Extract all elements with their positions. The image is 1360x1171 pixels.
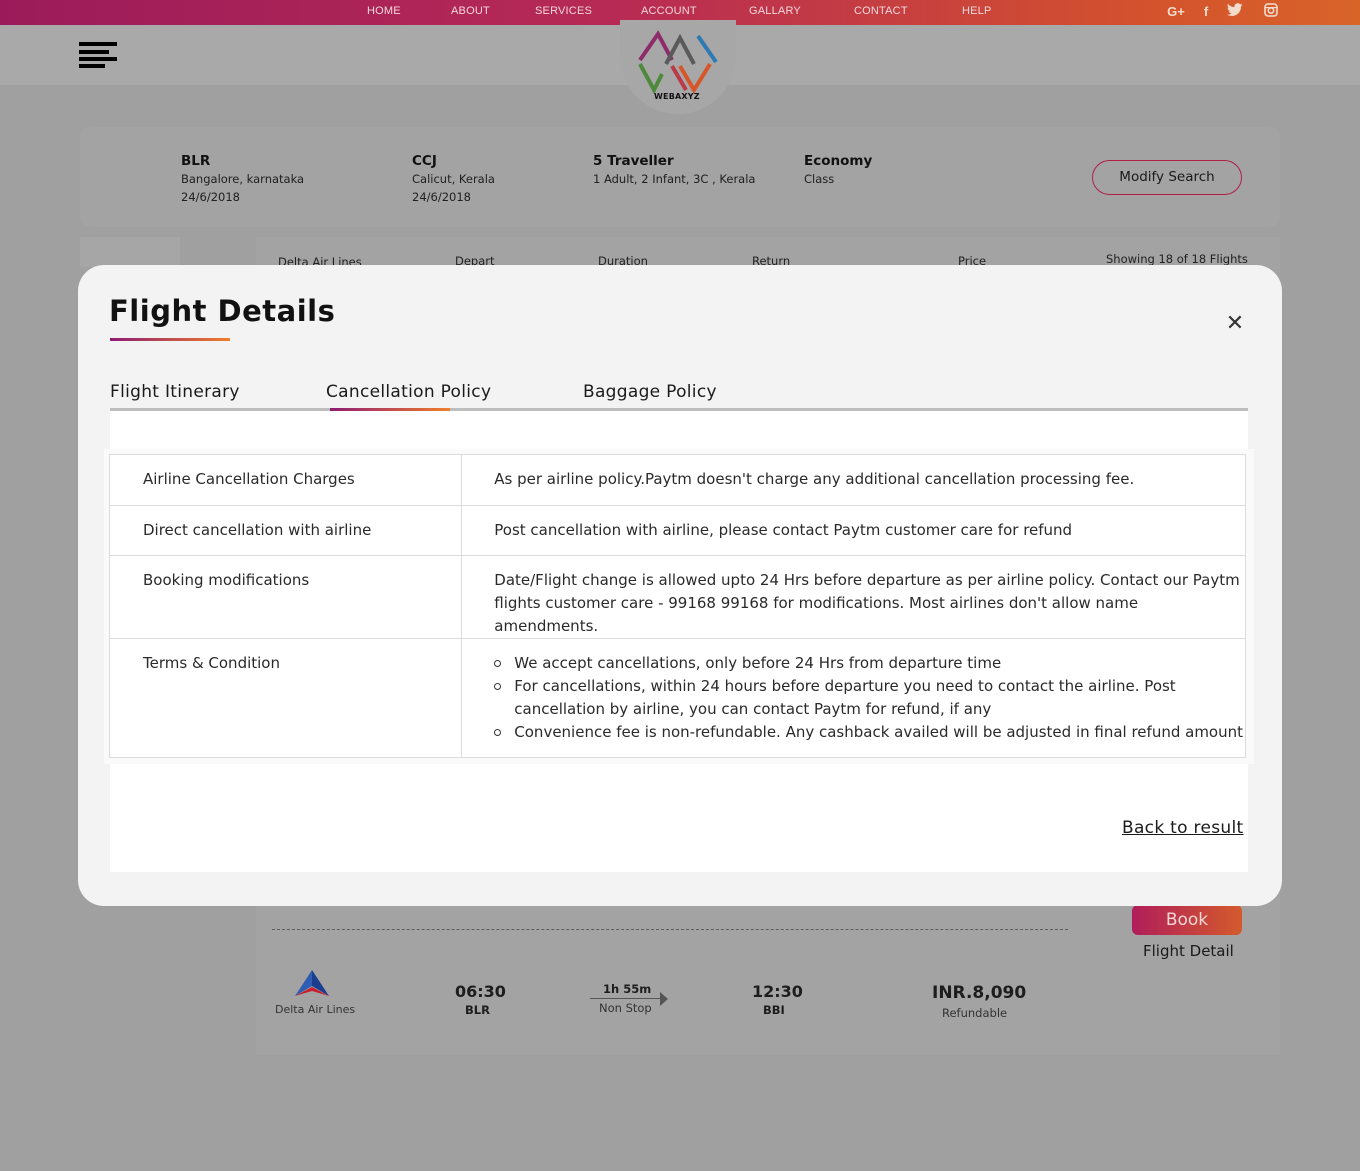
refund-status: Refundable (942, 1006, 1008, 1020)
flight-duration: 1h 55m (603, 982, 652, 996)
arrive-time: 12:30 (752, 982, 803, 1001)
table-row: Terms & Condition We accept cancellation… (108, 638, 1246, 758)
list-item: We accept cancellations, only before 24 … (488, 652, 1243, 675)
table-row: Airline Cancellation Charges As per airl… (108, 454, 1246, 506)
cabin-class: Economy (804, 153, 873, 169)
tab-flight-itinerary[interactable]: Flight Itinerary (110, 382, 240, 402)
table-row: Direct cancellation with airline Post ca… (108, 505, 1246, 556)
origin-date: 24/6/2018 (181, 190, 240, 204)
origin-city: Bangalore, karnataka (181, 172, 305, 186)
instagram-icon[interactable] (1262, 3, 1280, 21)
modify-search-button[interactable]: Modify Search (1092, 160, 1242, 195)
stops-label: Non Stop (599, 1001, 652, 1015)
tab-cancellation-policy[interactable]: Cancellation Policy (326, 382, 491, 402)
nav-link-help[interactable]: HELP (962, 5, 992, 17)
depart-code: BLR (465, 1003, 490, 1017)
row-divider (272, 929, 1068, 930)
nav-link-gallery[interactable]: GALLARY (749, 5, 801, 17)
results-count: Showing 18 of 18 Flights (1106, 252, 1248, 266)
policy-label: Booking modifications (108, 555, 463, 639)
nav-link-about[interactable]: ABOUT (451, 5, 490, 17)
traveller-count: 5 Traveller (593, 153, 674, 169)
back-to-result-link[interactable]: Back to result (1122, 818, 1243, 838)
policy-label: Terms & Condition (108, 638, 463, 758)
tab-baggage-policy[interactable]: Baggage Policy (583, 382, 717, 402)
policy-value: As per airline policy.Paytm doesn't char… (461, 454, 1246, 506)
facebook-icon[interactable]: f (1197, 3, 1215, 21)
close-icon[interactable]: ✕ (1223, 312, 1247, 336)
nav-link-account[interactable]: ACCOUNT (641, 5, 697, 17)
traveller-detail: 1 Adult, 2 Infant, 3C , Kerala (593, 172, 756, 186)
twitter-icon[interactable] (1226, 3, 1244, 21)
destination-city: Calicut, Kerala (412, 172, 495, 186)
nav-link-services[interactable]: SERVICES (535, 5, 592, 17)
table-row: Booking modifications Date/Flight change… (108, 555, 1246, 639)
filter-sidebar (80, 237, 180, 267)
airline-name: Delta Air Lines (275, 1003, 356, 1016)
destination-date: 24/6/2018 (412, 190, 471, 204)
policy-label: Airline Cancellation Charges (108, 454, 463, 506)
policy-value: Post cancellation with airline, please c… (461, 505, 1246, 556)
traveller-summary: 5 Traveller 1 Adult, 2 Infant, 3C , Kera… (593, 152, 755, 188)
nav-link-contact[interactable]: CONTACT (854, 5, 908, 17)
google-plus-icon[interactable]: G+ (1167, 3, 1185, 21)
arrow-right-icon (660, 992, 668, 1006)
list-item: For cancellations, within 24 hours befor… (488, 675, 1243, 721)
origin-code: BLR (181, 153, 211, 169)
policy-value: We accept cancellations, only before 24 … (461, 638, 1246, 758)
cancellation-policy-table: Airline Cancellation Charges As per airl… (108, 454, 1246, 758)
nav-link-home[interactable]: HOME (367, 5, 401, 17)
brand-logo-icon[interactable] (636, 30, 720, 94)
delta-logo-icon (295, 970, 329, 996)
terms-list: We accept cancellations, only before 24 … (488, 652, 1243, 744)
cabin-summary: Economy Class (804, 152, 872, 188)
arrive-code: BBI (763, 1003, 785, 1017)
destination-code: CCJ (412, 153, 437, 169)
cabin-label: Class (804, 172, 835, 186)
flight-detail-link[interactable]: Flight Detail (1143, 942, 1234, 960)
book-button[interactable]: Book (1132, 905, 1242, 935)
modal-title: Flight Details (109, 294, 336, 328)
fare-price: INR.8,090 (932, 983, 1027, 1003)
duration-line (590, 998, 662, 999)
list-item: Convenience fee is non-refundable. Any c… (488, 721, 1243, 744)
policy-value: Date/Flight change is allowed upto 24 Hr… (461, 555, 1246, 639)
destination-summary: CCJ Calicut, Kerala 24/6/2018 (412, 152, 495, 206)
policy-label: Direct cancellation with airline (108, 505, 463, 556)
title-underline (110, 338, 230, 341)
menu-icon[interactable] (79, 42, 117, 68)
brand-name: WEBAXYZ (654, 92, 700, 101)
origin-summary: BLR Bangalore, karnataka 24/6/2018 (181, 152, 304, 206)
depart-time: 06:30 (455, 982, 506, 1001)
